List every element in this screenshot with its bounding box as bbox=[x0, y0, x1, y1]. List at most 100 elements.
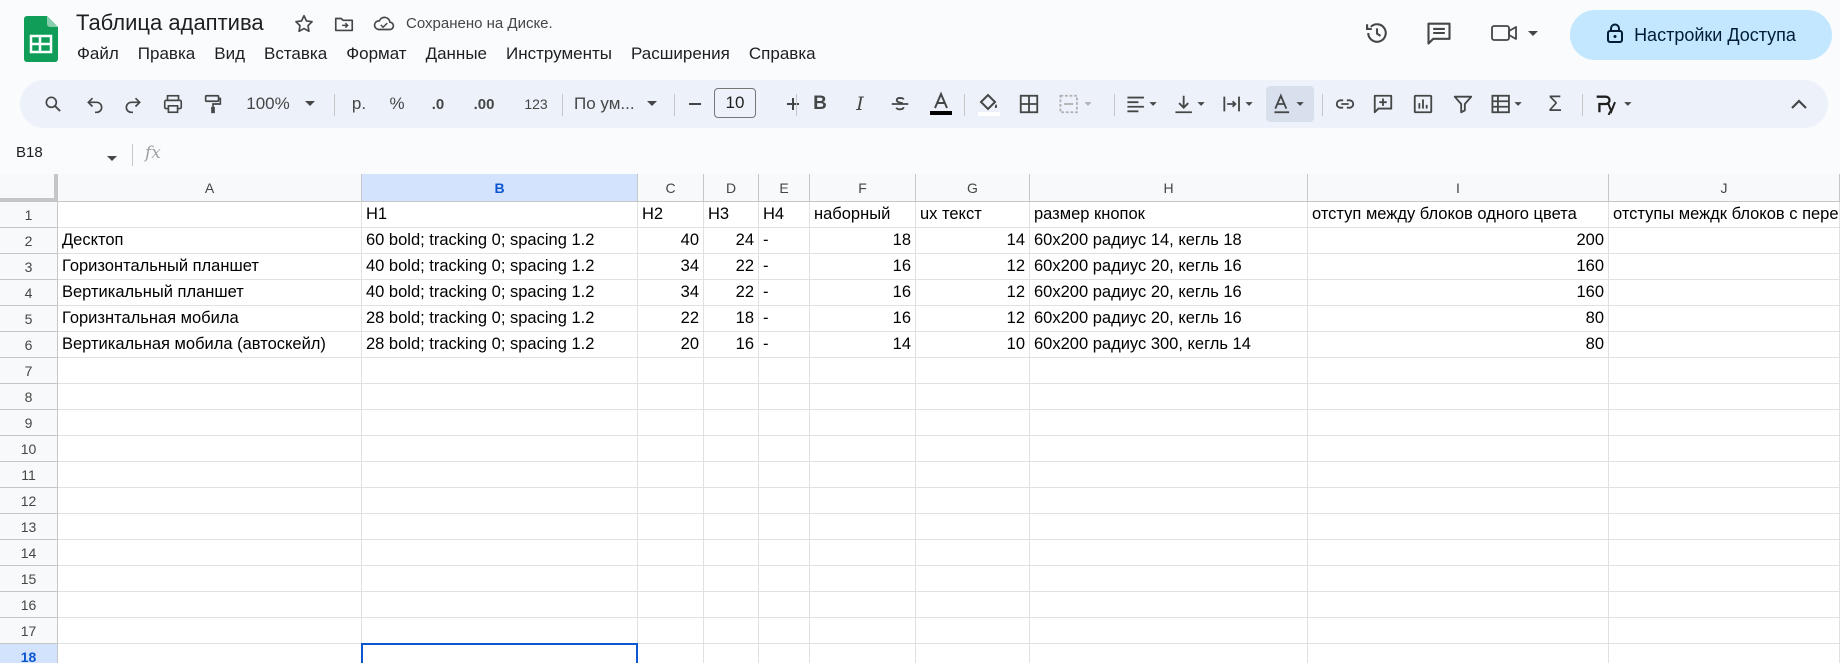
cell-e13[interactable] bbox=[759, 514, 810, 540]
cell-f1[interactable]: наборный bbox=[810, 202, 916, 228]
cell-f16[interactable] bbox=[810, 592, 916, 618]
cell-d8[interactable] bbox=[704, 384, 759, 410]
cell-a3[interactable]: Горизонтальный планшет bbox=[58, 254, 362, 280]
cell-h4[interactable]: 60x200 радиус 20, кегль 16 bbox=[1030, 280, 1308, 306]
cell-i2[interactable]: 200 bbox=[1308, 228, 1609, 254]
cell-c3[interactable]: 34 bbox=[638, 254, 704, 280]
cell-a11[interactable] bbox=[58, 462, 362, 488]
currency-format-button[interactable]: р. bbox=[346, 80, 372, 128]
search-menus-icon[interactable] bbox=[38, 80, 68, 128]
borders-icon[interactable] bbox=[1014, 80, 1044, 128]
merge-cells-icon[interactable] bbox=[1054, 80, 1098, 128]
row-header-17[interactable]: 17 bbox=[0, 618, 58, 644]
cell-b4[interactable]: 40 bold; tracking 0; spacing 1.2 bbox=[362, 280, 638, 306]
cell-c13[interactable] bbox=[638, 514, 704, 540]
cell-i9[interactable] bbox=[1308, 410, 1609, 436]
row-header-2[interactable]: 2 bbox=[0, 228, 58, 254]
functions-icon[interactable]: Σ bbox=[1540, 80, 1570, 128]
cell-d12[interactable] bbox=[704, 488, 759, 514]
text-color-icon[interactable] bbox=[926, 80, 956, 128]
cell-h11[interactable] bbox=[1030, 462, 1308, 488]
cell-b5[interactable]: 28 bold; tracking 0; spacing 1.2 bbox=[362, 306, 638, 332]
cell-f13[interactable] bbox=[810, 514, 916, 540]
fill-color-icon[interactable] bbox=[974, 80, 1004, 128]
column-header-e[interactable]: E bbox=[759, 174, 810, 202]
cell-i10[interactable] bbox=[1308, 436, 1609, 462]
move-folder-icon[interactable] bbox=[332, 12, 356, 36]
formula-input[interactable] bbox=[176, 144, 1826, 168]
row-header-12[interactable]: 12 bbox=[0, 488, 58, 514]
cell-a16[interactable] bbox=[58, 592, 362, 618]
filter-icon[interactable] bbox=[1448, 80, 1478, 128]
menu-tools[interactable]: Инструменты bbox=[497, 42, 622, 66]
row-header-16[interactable]: 16 bbox=[0, 592, 58, 618]
row-header-7[interactable]: 7 bbox=[0, 358, 58, 384]
cell-e15[interactable] bbox=[759, 566, 810, 592]
zoom-select[interactable]: 100% bbox=[240, 80, 296, 128]
cell-a2[interactable]: Десктоп bbox=[58, 228, 362, 254]
cell-h5[interactable]: 60x200 радиус 20, кегль 16 bbox=[1030, 306, 1308, 332]
cell-d17[interactable] bbox=[704, 618, 759, 644]
menu-insert[interactable]: Вставка bbox=[255, 42, 337, 66]
cell-j17[interactable] bbox=[1609, 618, 1840, 644]
cell-j18[interactable] bbox=[1609, 644, 1840, 663]
cell-i11[interactable] bbox=[1308, 462, 1609, 488]
cell-j1[interactable]: отступы междк блоков с перепадом цвета bbox=[1609, 202, 1840, 228]
cell-c7[interactable] bbox=[638, 358, 704, 384]
cell-h15[interactable] bbox=[1030, 566, 1308, 592]
version-history-icon[interactable] bbox=[1362, 18, 1392, 48]
row-header-15[interactable]: 15 bbox=[0, 566, 58, 592]
cell-g2[interactable]: 14 bbox=[916, 228, 1030, 254]
cell-e8[interactable] bbox=[759, 384, 810, 410]
cell-d4[interactable]: 22 bbox=[704, 280, 759, 306]
cell-a5[interactable]: Горизнтальная мобила bbox=[58, 306, 362, 332]
cell-e4[interactable]: - bbox=[759, 280, 810, 306]
row-header-18[interactable]: 18 bbox=[0, 644, 58, 663]
font-select[interactable]: По ум... bbox=[568, 80, 652, 128]
cell-b11[interactable] bbox=[362, 462, 638, 488]
row-header-11[interactable]: 11 bbox=[0, 462, 58, 488]
menu-data[interactable]: Данные bbox=[417, 42, 497, 66]
cell-j8[interactable] bbox=[1609, 384, 1840, 410]
cell-j13[interactable] bbox=[1609, 514, 1840, 540]
cell-a15[interactable] bbox=[58, 566, 362, 592]
menu-edit[interactable]: Правка bbox=[129, 42, 205, 66]
cell-j7[interactable] bbox=[1609, 358, 1840, 384]
insert-chart-icon[interactable] bbox=[1408, 80, 1438, 128]
active-cell-selection[interactable] bbox=[361, 643, 638, 663]
cell-e16[interactable] bbox=[759, 592, 810, 618]
column-header-b[interactable]: B bbox=[362, 174, 638, 202]
cell-c14[interactable] bbox=[638, 540, 704, 566]
cell-f4[interactable]: 16 bbox=[810, 280, 916, 306]
cell-b7[interactable] bbox=[362, 358, 638, 384]
comments-icon[interactable] bbox=[1424, 18, 1454, 48]
cell-i14[interactable] bbox=[1308, 540, 1609, 566]
cell-h16[interactable] bbox=[1030, 592, 1308, 618]
cell-c4[interactable]: 34 bbox=[638, 280, 704, 306]
cell-j2[interactable] bbox=[1609, 228, 1840, 254]
row-header-9[interactable]: 9 bbox=[0, 410, 58, 436]
cell-a10[interactable] bbox=[58, 436, 362, 462]
cell-b1[interactable]: H1 bbox=[362, 202, 638, 228]
cell-h12[interactable] bbox=[1030, 488, 1308, 514]
zoom-dropdown-icon[interactable] bbox=[300, 80, 320, 128]
cell-g15[interactable] bbox=[916, 566, 1030, 592]
column-header-i[interactable]: I bbox=[1308, 174, 1609, 202]
cell-d3[interactable]: 22 bbox=[704, 254, 759, 280]
paint-format-icon[interactable] bbox=[198, 80, 228, 128]
cell-i1[interactable]: отступ между блоков одного цвета bbox=[1308, 202, 1609, 228]
cell-e14[interactable] bbox=[759, 540, 810, 566]
insert-link-icon[interactable] bbox=[1330, 80, 1360, 128]
insert-comment-icon[interactable] bbox=[1368, 80, 1398, 128]
menu-extensions[interactable]: Расширения bbox=[622, 42, 740, 66]
star-icon[interactable] bbox=[292, 12, 316, 36]
menu-view[interactable]: Вид bbox=[205, 42, 255, 66]
cell-a1[interactable] bbox=[58, 202, 362, 228]
cell-h7[interactable] bbox=[1030, 358, 1308, 384]
cell-g11[interactable] bbox=[916, 462, 1030, 488]
cell-j5[interactable] bbox=[1609, 306, 1840, 332]
cell-e3[interactable]: - bbox=[759, 254, 810, 280]
font-dropdown-icon[interactable] bbox=[642, 80, 662, 128]
cell-f17[interactable] bbox=[810, 618, 916, 644]
number-format-button[interactable]: 123 bbox=[516, 80, 556, 128]
